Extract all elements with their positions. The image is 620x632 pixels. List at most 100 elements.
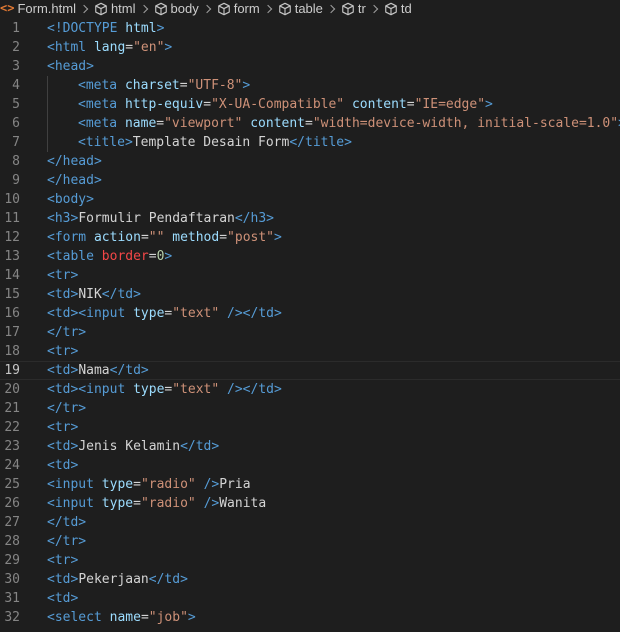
code-text: <tr> [47,553,79,568]
code-text: </head> [47,154,102,169]
code-line[interactable]: 30 <td>Pekerjaan</td> [0,570,620,589]
code-line[interactable]: 19 <td>Nama</td> [0,361,620,380]
code-text: </td> [47,515,87,530]
code-text: <head> [47,59,94,74]
code-text: </tr> [47,534,87,549]
code-editor[interactable]: 1 <!DOCTYPE html> 2 <html lang="en"> 3 <head>… [0,19,620,632]
breadcrumb-item-form[interactable]: form [217,0,260,17]
code-line[interactable]: 1 <!DOCTYPE html> [0,19,620,38]
code-line[interactable]: 7 <title>Template Desain Form</title> [0,133,620,152]
code-line[interactable]: 3 <head> [0,57,620,76]
code-line[interactable]: 16 <td><input type="text" /></td> [0,304,620,323]
cube-icon [384,2,398,16]
code-text: <td><input type="text" /></td> [47,382,282,397]
code-line[interactable]: 27 </td> [0,513,620,532]
breadcrumb-item-label: body [170,1,199,16]
code-line[interactable]: 6 <meta name="viewport" content="width=de… [0,114,620,133]
breadcrumb-file-label: Form.html [17,1,76,16]
code-text: <meta charset="UTF-8"> [78,78,251,93]
cube-icon [217,2,231,16]
code-line[interactable]: 15 <td>NIK</td> [0,285,620,304]
code-line[interactable]: 5 <meta http-equiv="X-UA-Compatible" cont… [0,95,620,114]
code-text: <form action="" method="post"> [47,230,282,245]
line-number: 20 [4,382,20,397]
code-line[interactable]: 9 </head> [0,171,620,190]
line-number: 14 [4,268,20,283]
breadcrumb-item-label: tr [357,1,366,16]
code-text: <!DOCTYPE html> [47,21,165,36]
line-number: 21 [4,401,20,416]
line-number: 2 [12,40,20,55]
code-line[interactable]: 10 <body> [0,190,620,209]
code-text: <html lang="en"> [47,40,173,55]
code-line[interactable]: 14 <tr> [0,266,620,285]
breadcrumb-item-label: table [294,1,323,16]
indent-guide [47,76,48,95]
code-text: <meta name="viewport" content="width=dev… [78,116,620,131]
code-text: <td>Jenis Kelamin</td> [47,439,220,454]
cube-icon [94,2,108,16]
breadcrumb-item-label: td [400,1,412,16]
code-text: <td>Nama</td> [47,363,149,378]
line-number: 30 [4,572,20,587]
html-file-icon: <> [0,1,15,15]
breadcrumb-file[interactable]: <> Form.html [0,0,76,17]
breadcrumb-item-table[interactable]: table [278,0,323,17]
line-number: 31 [4,591,20,606]
line-number: 7 [12,135,20,150]
line-number: 26 [4,496,20,511]
code-line[interactable]: 28 </tr> [0,532,620,551]
code-text: <tr> [47,420,79,435]
breadcrumb-item-label: html [110,1,136,16]
code-line[interactable]: 21 </tr> [0,399,620,418]
code-text: <tr> [47,268,79,283]
line-number: 17 [4,325,20,340]
code-line[interactable]: 22 <tr> [0,418,620,437]
code-line[interactable]: 4 <meta charset="UTF-8"> [0,76,620,95]
code-line[interactable]: 11 <h3>Formulir Pendaftaran</h3> [0,209,620,228]
line-number: 9 [12,173,20,188]
line-number: 6 [12,116,20,131]
code-text: <td> [47,591,79,606]
code-line[interactable]: 13 <table border=0> [0,247,620,266]
code-text: <input type="radio" />Wanita [47,496,267,511]
line-number: 12 [4,230,20,245]
breadcrumb-item-body[interactable]: body [154,0,199,17]
code-text: <td> [47,458,79,473]
code-text: <title>Template Desain Form</title> [78,135,352,150]
code-line[interactable]: 20 <td><input type="text" /></td> [0,380,620,399]
cube-icon [341,2,355,16]
code-text: </tr> [47,325,87,340]
chevron-right-icon [139,4,148,13]
cube-icon [154,2,168,16]
code-line[interactable]: 2 <html lang="en"> [0,38,620,57]
indent-guide [47,133,48,152]
code-line[interactable]: 26 <input type="radio" />Wanita [0,494,620,513]
line-number: 10 [4,192,20,207]
code-line[interactable]: 24 <td> [0,456,620,475]
line-number: 29 [4,553,20,568]
code-line[interactable]: 23 <td>Jenis Kelamin</td> [0,437,620,456]
code-line[interactable]: 12 <form action="" method="post"> [0,228,620,247]
code-line[interactable]: 17 </tr> [0,323,620,342]
line-number: 23 [4,439,20,454]
line-number: 28 [4,534,20,549]
breadcrumb-item-label: form [233,1,260,16]
code-line[interactable]: 32 <select name="job"> [0,608,620,627]
code-text: </head> [47,173,102,188]
chevron-right-icon [369,4,379,13]
indent-guide [47,95,48,114]
chevron-right-icon [263,4,272,13]
line-number: 22 [4,420,20,435]
breadcrumb-item-td[interactable]: td [384,0,412,17]
line-number: 19 [4,363,20,378]
code-line[interactable]: 31 <td> [0,589,620,608]
code-line[interactable]: 29 <tr> [0,551,620,570]
chevron-right-icon [326,4,336,13]
breadcrumb-item-html[interactable]: html [94,0,136,17]
code-line[interactable]: 8 </head> [0,152,620,171]
code-line[interactable]: 25 <input type="radio" />Pria [0,475,620,494]
code-line[interactable]: 18 <tr> [0,342,620,361]
line-number: 3 [12,59,20,74]
breadcrumb-item-tr[interactable]: tr [341,0,366,17]
